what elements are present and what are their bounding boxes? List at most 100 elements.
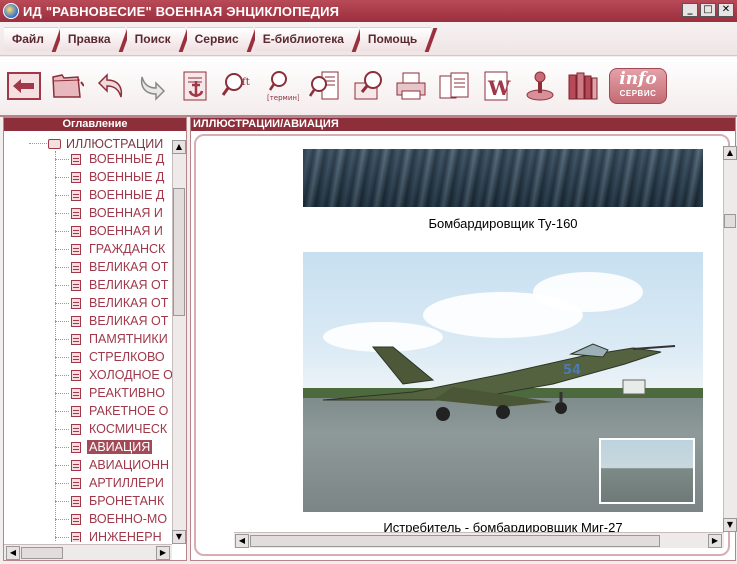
tree-item[interactable]: ГРАЖДАНСК [55, 240, 167, 258]
books-icon [568, 72, 597, 100]
tree-item[interactable]: ВОЕННЫЕ Д [55, 168, 166, 186]
tree-item-label: ГРАЖДАНСК [89, 242, 166, 256]
terms-search-button[interactable]: [термин] [263, 66, 300, 106]
menu-edit[interactable]: Правка [59, 26, 125, 51]
tree-root-illustrations[interactable]: ИЛЛЮСТРАЦИИ [48, 137, 163, 151]
document-icon [71, 513, 81, 525]
documents-button[interactable] [435, 66, 472, 106]
back-arrow-icon [6, 72, 41, 100]
tree-item[interactable]: РЕАКТИВНО [55, 384, 167, 402]
tree-connector [55, 158, 69, 160]
tree-item[interactable]: ВЕЛИКАЯ ОТ [55, 294, 170, 312]
content-frame: Бомбардировщик Ту-160 54 Истребитель - б… [194, 134, 730, 556]
tree-item[interactable]: ВЕЛИКАЯ ОТ [55, 258, 170, 276]
document-icon [71, 495, 81, 507]
content-panel: ИЛЛЮСТРАЦИИ/АВИАЦИЯ Бомбардировщик Ту-16… [190, 117, 736, 561]
info-service-button[interactable]: info СЕРВИС [609, 68, 667, 104]
tree-item-label: АВИАЦИЯ [87, 440, 153, 454]
content-path: ИЛЛЮСТРАЦИИ/АВИАЦИЯ [191, 118, 735, 131]
scroll-right-arrow-icon[interactable]: ▶ [708, 534, 722, 548]
back-button[interactable] [5, 66, 42, 106]
scroll-up-arrow-icon[interactable]: ▲ [172, 140, 186, 154]
tree-item[interactable]: ВЕЛИКАЯ ОТ [55, 312, 170, 330]
toc-title: Оглавление [4, 118, 186, 131]
tree-item[interactable]: ВОЕННЫЕ Д [55, 186, 166, 204]
scroll-thumb[interactable] [250, 535, 660, 547]
tree-item[interactable]: ВЕЛИКАЯ ОТ [55, 276, 170, 294]
scroll-left-arrow-icon[interactable]: ◀ [235, 534, 249, 548]
toc-horizontal-scrollbar[interactable]: ◀ ▶ [4, 544, 172, 560]
scroll-up-arrow-icon[interactable]: ▲ [723, 146, 737, 160]
scroll-left-arrow-icon[interactable]: ◀ [6, 546, 20, 560]
settings-button[interactable] [521, 66, 558, 106]
svg-text:ft: ft [242, 77, 250, 88]
word-export-button[interactable]: W [478, 66, 515, 106]
print-button[interactable] [392, 66, 429, 106]
bookmark-button[interactable] [177, 66, 214, 106]
menu-help[interactable]: Помощь [359, 26, 432, 51]
bookmark-anchor-icon [183, 71, 206, 101]
tree-item[interactable]: СТРЕЛКОВО [55, 348, 167, 366]
menu-search[interactable]: Поиск [126, 26, 185, 51]
document-icon [71, 405, 81, 417]
scroll-right-arrow-icon[interactable]: ▶ [156, 546, 170, 560]
content-horizontal-scrollbar[interactable]: ◀ ▶ [234, 532, 724, 548]
undo-button[interactable] [91, 66, 128, 106]
redo-button[interactable] [134, 66, 171, 106]
tree-connector [55, 518, 69, 520]
tree-item[interactable]: КОСМИЧЕСК [55, 420, 169, 438]
svg-text:[термин]: [термин] [267, 94, 299, 102]
tree-connector [55, 500, 69, 502]
toc-vertical-scrollbar[interactable]: ▲ ▼ [172, 140, 186, 544]
minimize-button[interactable]: _ [682, 3, 698, 17]
aircraft-tail-number: 54 [563, 363, 581, 378]
content-vertical-scrollbar[interactable]: ▲ ▼ [723, 146, 737, 532]
tree-item[interactable]: ПАМЯТНИКИ [55, 330, 170, 348]
document-icon [71, 333, 81, 345]
tree-root-label: ИЛЛЮСТРАЦИИ [66, 137, 164, 151]
tree-connector [55, 302, 69, 304]
document-search-button[interactable] [349, 66, 386, 106]
tree-item-label: ВЕЛИКАЯ ОТ [89, 296, 169, 310]
tree-item[interactable]: АРТИЛЛЕРИ [55, 474, 166, 492]
open-button[interactable] [48, 66, 85, 106]
scroll-down-arrow-icon[interactable]: ▼ [172, 530, 186, 544]
scroll-thumb[interactable] [21, 547, 63, 559]
title-bar: ИД "РАВНОВЕСИЕ" ВОЕННАЯ ЭНЦИКЛОПЕДИЯ _ □… [0, 0, 737, 22]
scroll-down-arrow-icon[interactable]: ▼ [723, 518, 737, 532]
tree-item[interactable]: ВОЕННАЯ И [55, 222, 165, 240]
scroll-thumb[interactable] [724, 214, 736, 228]
toc-tree: ИЛЛЮСТРАЦИИ ВОЕННЫЕ Д ВОЕННЫЕ Д ВОЕННЫЕ Д В… [4, 132, 172, 542]
tree-item[interactable]: ВОЕННЫЕ Д [55, 150, 166, 168]
tree-connector [55, 176, 69, 178]
maximize-button[interactable]: □ [700, 3, 716, 17]
document-icon [71, 243, 81, 255]
list-search-button[interactable] [306, 66, 343, 106]
search-text-button[interactable]: ft [220, 66, 257, 106]
document-icon [71, 387, 81, 399]
tree-item[interactable]: РАКЕТНОЕ О [55, 402, 170, 420]
tree-item[interactable]: ВОЕННО-МО [55, 510, 169, 528]
content-area: Бомбардировщик Ту-160 54 Истребитель - б… [201, 144, 721, 542]
app-window: ИД "РАВНОВЕСИЕ" ВОЕННАЯ ЭНЦИКЛОПЕДИЯ _ □… [0, 0, 737, 564]
document-icon [71, 207, 81, 219]
menu-file[interactable]: Файл [4, 26, 58, 51]
svg-text:W: W [487, 76, 511, 100]
scroll-thumb[interactable] [173, 188, 185, 316]
tree-item-label: ВОЕННАЯ И [89, 224, 163, 238]
tree-item[interactable]: АВИАЦИОНН [55, 456, 171, 474]
tree-connector [55, 428, 69, 430]
tree-item-label: ВОЕННЫЕ Д [89, 152, 165, 166]
document-icon [71, 315, 81, 327]
close-button[interactable]: ✕ [718, 3, 734, 17]
tree-item[interactable]: АВИАЦИЯ [55, 438, 153, 456]
tree-item[interactable]: БРОНЕТАНК [55, 492, 166, 510]
tree-item[interactable]: ИНЖЕНЕРН [55, 528, 164, 542]
joystick-icon [526, 71, 553, 101]
tree-item[interactable]: ВОЕННАЯ И [55, 204, 165, 222]
library-button[interactable] [564, 66, 601, 106]
menu-service[interactable]: Сервис [186, 26, 253, 51]
menu-bar: Файл Правка Поиск Сервис Е-библиотека По… [0, 22, 737, 56]
tree-item[interactable]: ХОЛОДНОЕ О [55, 366, 172, 384]
menu-e-library[interactable]: Е-библиотека [254, 26, 358, 51]
